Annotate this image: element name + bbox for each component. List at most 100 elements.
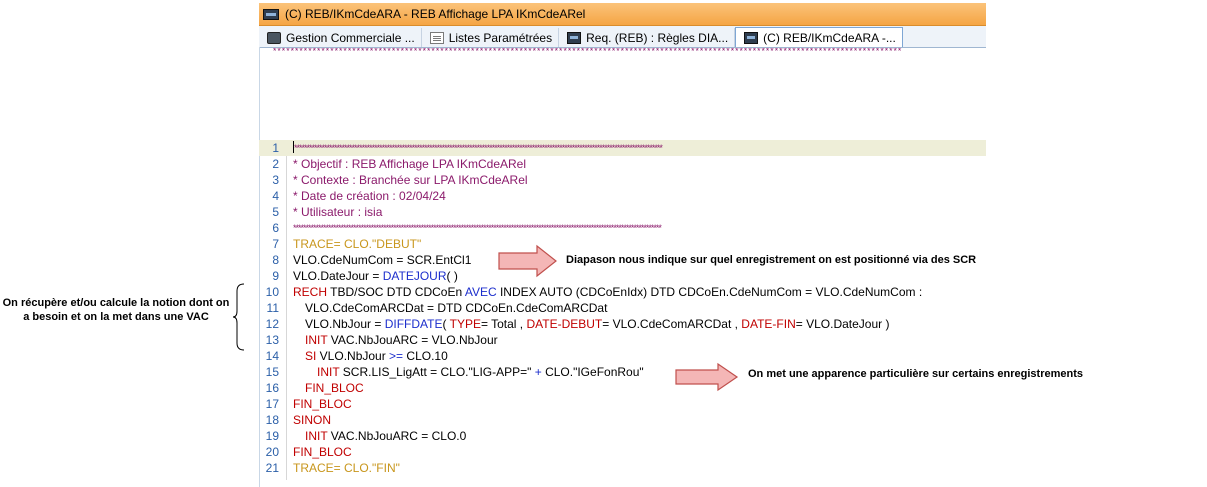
keyword-token: INIT [305, 333, 328, 347]
code-token: ( [442, 317, 450, 331]
code-line-10[interactable]: 10 RECH TBD/SOC DTD CDCoEn AVEC INDEX AU… [259, 284, 986, 300]
function-token: DATEJOUR [382, 269, 447, 283]
screen-icon [567, 31, 582, 44]
code-text: * Utilisateur : isia [293, 205, 383, 219]
tab-listes-parametrees[interactable]: Listes Paramétrées [422, 28, 560, 47]
code-line-11[interactable]: 11 VLO.CdeComARCDat = DTD CDCoEn.CdeComA… [259, 300, 986, 316]
code-line-2[interactable]: 2 * Objectif : REB Affichage LPA IKmCdeA… [259, 156, 986, 172]
operator-token: >= [389, 349, 404, 363]
line-number: 21 [265, 461, 279, 475]
code-line-18[interactable]: 18 SINON [259, 412, 986, 428]
keyword-token: RECH [293, 285, 328, 299]
line-number: 18 [265, 413, 279, 427]
keyword-token: DATE-DEBUT [526, 317, 603, 331]
code-line-9[interactable]: 9 VLO.DateJour = DATEJOUR( ) [259, 268, 986, 284]
code-text: VLO.NbJour = DIFFDATE( TYPE= Total , DAT… [305, 316, 889, 332]
code-token: VAC.NbJouARC = VLO.NbJour [327, 333, 498, 347]
code-text: * Objectif : REB Affichage LPA IKmCdeARe… [293, 157, 527, 171]
code-line-21[interactable]: 21 TRACE= CLO."FIN" [259, 460, 986, 476]
code-token: CLO.10 [403, 349, 448, 363]
tab-label: (C) REB/IKmCdeARA -... [763, 30, 896, 45]
keyword-token: INIT [317, 365, 340, 379]
line-number: 4 [272, 189, 279, 203]
code-line-19[interactable]: 19 INIT VAC.NbJouARC = CLO.0 [259, 428, 986, 444]
code-text: * Date de création : 02/04/24 [293, 189, 446, 203]
line-number: 3 [272, 173, 279, 187]
code-line-13[interactable]: 13 INIT VAC.NbJouARC = VLO.NbJour [259, 332, 986, 348]
code-text: TRACE= CLO."FIN" [293, 461, 400, 475]
line-number: 20 [265, 445, 279, 459]
code-text: INIT VAC.NbJouARC = VLO.NbJour [305, 332, 498, 348]
line-number: 6 [272, 221, 279, 235]
code-text: RECH TBD/SOC DTD CDCoEn AVEC INDEX AUTO … [293, 284, 922, 300]
code-token: = Total , [480, 317, 527, 331]
code-text: TRACE= CLO."DEBUT" [293, 237, 422, 251]
keyword-token: INIT [305, 429, 328, 443]
line-number: 8 [272, 253, 279, 267]
line-number: 14 [265, 349, 279, 363]
code-line-14[interactable]: 14 SI VLO.NbJour >= CLO.10 [259, 348, 986, 364]
annotation-arrow-right [675, 362, 739, 392]
code-text: FIN_BLOC [305, 381, 364, 395]
code-line-4[interactable]: 4 * Date de création : 02/04/24 [259, 188, 986, 204]
code-text: INIT VAC.NbJouARC = CLO.0 [305, 428, 466, 444]
code-line-16[interactable]: 16 FIN_BLOC [259, 380, 986, 396]
code-line-6[interactable]: 6 **************************************… [259, 220, 986, 236]
code-line-7[interactable]: 7 TRACE= CLO."DEBUT" [259, 236, 986, 252]
tab-regles-dia[interactable]: Req. (REB) : Règles DIA... [559, 28, 736, 47]
curly-brace [232, 283, 245, 351]
line-number: 10 [265, 285, 279, 299]
code-line-1[interactable]: 1 **************************************… [259, 140, 986, 156]
tab-bar: Gestion Commerciale ... Listes Paramétré… [259, 26, 986, 48]
code-text: ****************************************… [293, 140, 663, 156]
annotation-arrow-right [498, 244, 557, 278]
code-line-20[interactable]: 20 FIN_BLOC [259, 444, 986, 460]
code-token: CLO."IGeFonRou" [541, 365, 644, 379]
code-token: VLO.NbJour = [305, 317, 385, 331]
line-number: 9 [272, 269, 279, 283]
tab-label: Gestion Commerciale ... [286, 30, 415, 45]
line-number: 13 [265, 333, 279, 347]
line-number: 7 [272, 237, 279, 251]
line-number: 16 [265, 381, 279, 395]
line-number: 19 [265, 429, 279, 443]
annotation-note-vac: On récupère et/ou calcule la notion dont… [2, 297, 230, 323]
code-token: SCR.LIS_LigAtt = CLO."LIG-APP=" [339, 365, 535, 379]
code-token: ( ) [446, 269, 458, 283]
comment-stars: ****************************************… [294, 143, 663, 153]
tab-gestion-commerciale[interactable]: Gestion Commerciale ... [259, 28, 422, 47]
app-icon [263, 8, 279, 20]
code-line-3[interactable]: 3 * Contexte : Branchée sur LPA IKmCdeAR… [259, 172, 986, 188]
code-text: FIN_BLOC [293, 445, 352, 459]
code-line-12[interactable]: 12 VLO.NbJour = DIFFDATE( TYPE= Total , … [259, 316, 986, 332]
tab-label: Listes Paramétrées [448, 30, 553, 45]
header-comment-stars: ****************************************… [272, 48, 902, 56]
document-icon [429, 31, 444, 44]
operator-token: + [534, 365, 542, 379]
code-token: INDEX AUTO (CDCoEnIdx) DTD CDCoEn.CdeNum… [496, 285, 923, 299]
code-token: TBD/SOC DTD CDCoEn [327, 285, 465, 299]
code-line-5[interactable]: 5 * Utilisateur : isia [259, 204, 986, 220]
keyword-token: TYPE [449, 317, 481, 331]
line-number: 12 [265, 317, 279, 331]
keyword-token: AVEC [464, 285, 497, 299]
line-number: 17 [265, 397, 279, 411]
code-text: VLO.CdeComARCDat = DTD CDCoEn.CdeComARCD… [305, 301, 608, 315]
line-number: 11 [266, 301, 279, 315]
code-text: ****************************************… [293, 223, 662, 233]
line-number: 2 [272, 157, 279, 171]
code-token: = VLO.CdeComARCDat , [602, 317, 742, 331]
window-titlebar: (C) REB/IKmCdeARA - REB Affichage LPA IK… [259, 3, 986, 26]
annotation-note-apparence: On met une apparence particulière sur ce… [748, 368, 1084, 380]
code-text: SINON [293, 413, 332, 427]
keyword-token: DATE-FIN [741, 317, 796, 331]
code-token: VLO.DateJour = [293, 269, 383, 283]
code-text: VLO.CdeNumCom = SCR.EntCl1 [293, 253, 472, 267]
code-line-17[interactable]: 17 FIN_BLOC [259, 396, 986, 412]
line-number: 15 [265, 365, 279, 379]
line-number: 1 [272, 141, 279, 155]
screen-icon [744, 31, 759, 44]
tab-label: Req. (REB) : Règles DIA... [586, 30, 729, 45]
code-text: INIT SCR.LIS_LigAtt = CLO."LIG-APP=" + C… [317, 364, 644, 380]
tab-ikmcdeara-active[interactable]: (C) REB/IKmCdeARA -... [735, 27, 903, 47]
